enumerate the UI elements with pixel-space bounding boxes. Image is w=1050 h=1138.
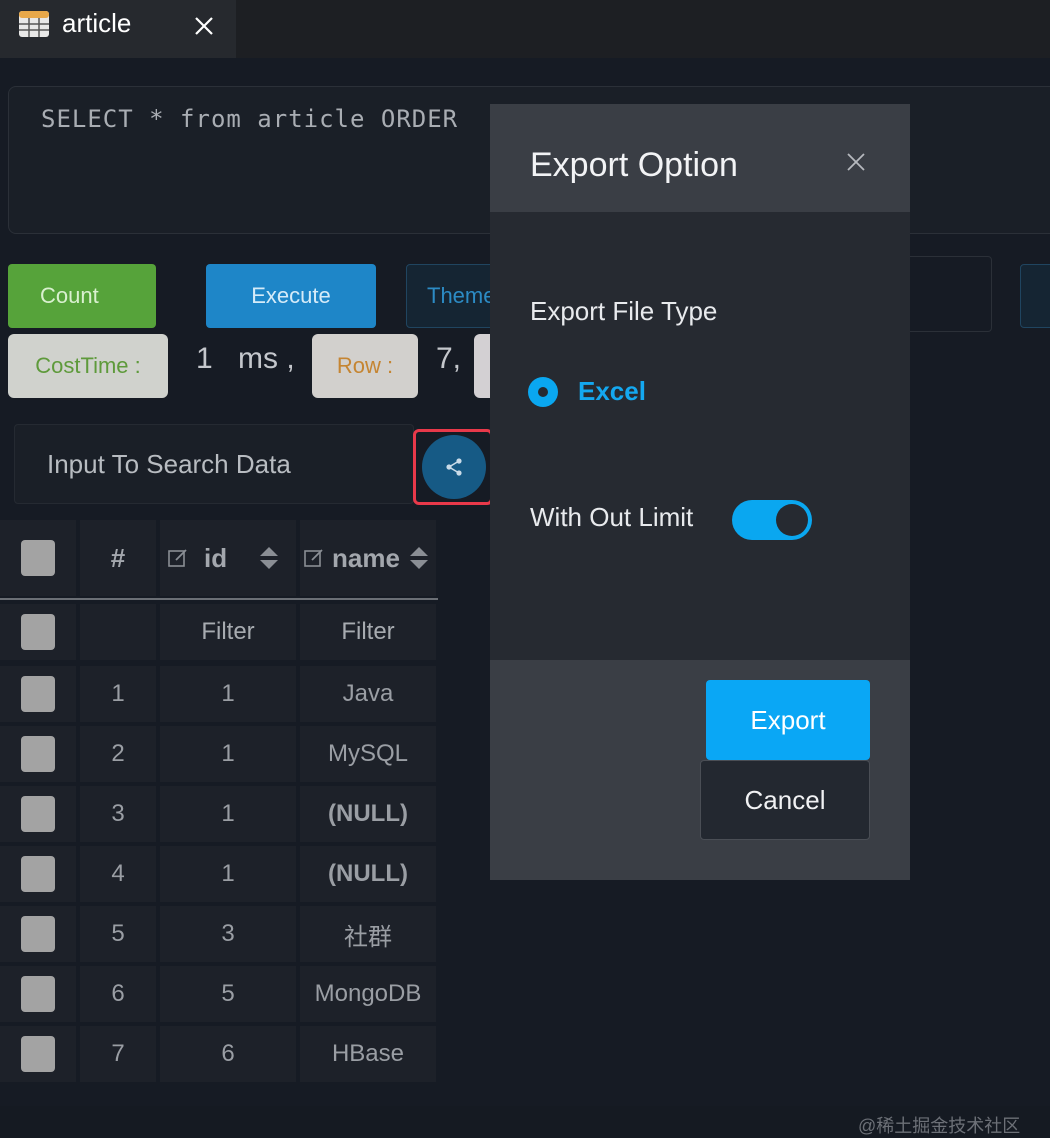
- sort-icon[interactable]: [408, 545, 430, 571]
- row-checkbox[interactable]: [21, 976, 55, 1012]
- row-count-tag: Row :: [312, 334, 418, 398]
- execute-button[interactable]: Execute: [206, 264, 376, 328]
- table-cell-name[interactable]: (NULL): [300, 786, 436, 842]
- row-checkbox-cell[interactable]: [0, 1026, 76, 1082]
- column-header-index-label: #: [110, 542, 126, 573]
- table-cell-name[interactable]: HBase: [300, 1026, 436, 1082]
- table-cell-index[interactable]: 5: [80, 906, 156, 962]
- table-cell-index[interactable]: 2: [80, 726, 156, 782]
- share-button[interactable]: [422, 435, 486, 499]
- row-checkbox-cell[interactable]: [0, 966, 76, 1022]
- close-icon[interactable]: [842, 148, 870, 176]
- filter-row-checkbox-cell: [0, 604, 76, 660]
- table-cell-id[interactable]: 3: [160, 906, 296, 962]
- filter-input-name[interactable]: Filter: [300, 604, 436, 660]
- filter-input-id[interactable]: Filter: [160, 604, 296, 660]
- sort-icon[interactable]: [258, 545, 280, 571]
- table-cell-id[interactable]: 1: [160, 786, 296, 842]
- table-cell-name[interactable]: Java: [300, 666, 436, 722]
- column-header-id[interactable]: id: [160, 520, 296, 596]
- table-cell-index[interactable]: 6: [80, 966, 156, 1022]
- edit-icon[interactable]: [302, 546, 326, 570]
- table-cell-id[interactable]: 1: [160, 846, 296, 902]
- row-checkbox-cell[interactable]: [0, 726, 76, 782]
- row-checkbox-cell[interactable]: [0, 786, 76, 842]
- row-checkbox[interactable]: [21, 856, 55, 892]
- select-all-cell: [0, 520, 76, 596]
- share-icon: [446, 458, 462, 476]
- table-cell-name[interactable]: (NULL): [300, 846, 436, 902]
- table-cell-index[interactable]: 3: [80, 786, 156, 842]
- cost-time-value: 1: [196, 342, 213, 375]
- row-checkbox-cell[interactable]: [0, 846, 76, 902]
- row-checkbox[interactable]: [21, 916, 55, 952]
- table-cell-index[interactable]: 1: [80, 666, 156, 722]
- table-cell-name[interactable]: 社群: [300, 906, 436, 962]
- table-cell-id[interactable]: 5: [160, 966, 296, 1022]
- column-header-index: #: [80, 520, 156, 596]
- toggle-knob: [776, 504, 808, 536]
- cost-time-tag: CostTime :: [8, 334, 168, 398]
- table-cell-name[interactable]: MySQL: [300, 726, 436, 782]
- export-button[interactable]: Export: [706, 680, 870, 760]
- column-header-name[interactable]: name: [300, 520, 436, 596]
- radio-excel[interactable]: Excel: [528, 376, 646, 407]
- table-icon: [19, 11, 49, 37]
- sql-query-text: SELECT * from article ORDER: [41, 105, 459, 133]
- table-cell-name[interactable]: MongoDB: [300, 966, 436, 1022]
- cancel-button[interactable]: Cancel: [700, 760, 870, 840]
- without-limit-label: With Out Limit: [530, 502, 694, 532]
- toolbar-button-extra[interactable]: [1020, 264, 1050, 328]
- search-input[interactable]: Input To Search Data: [14, 424, 414, 504]
- export-file-type-label: Export File Type: [530, 296, 718, 326]
- row-checkbox[interactable]: [21, 676, 55, 712]
- count-button[interactable]: Count: [8, 264, 156, 328]
- table-cell-index[interactable]: 4: [80, 846, 156, 902]
- table-cell-id[interactable]: 1: [160, 666, 296, 722]
- tab-article[interactable]: article: [0, 0, 236, 58]
- select-all-checkbox[interactable]: [21, 540, 55, 576]
- export-dialog: Export Option Export File Type Excel Wit…: [490, 104, 910, 880]
- watermark: @稀土掘金技术社区: [858, 1116, 1021, 1136]
- export-dialog-footer: Export Cancel: [490, 660, 910, 880]
- export-dialog-title: Export Option: [530, 146, 738, 184]
- close-icon[interactable]: [190, 12, 218, 40]
- table-cell-id[interactable]: 1: [160, 726, 296, 782]
- tab-bar: article: [0, 0, 1050, 58]
- row-checkbox[interactable]: [21, 1036, 55, 1072]
- table-cell-index[interactable]: 7: [80, 1026, 156, 1082]
- row-checkbox-cell[interactable]: [0, 666, 76, 722]
- cost-time-unit: ms ,: [238, 342, 295, 375]
- header-divider: [0, 598, 438, 600]
- filter-row-checkbox[interactable]: [21, 614, 55, 650]
- export-dialog-header: Export Option: [490, 104, 910, 212]
- row-checkbox[interactable]: [21, 796, 55, 832]
- column-header-name-label: name: [332, 542, 400, 573]
- edit-icon[interactable]: [166, 546, 190, 570]
- row-checkbox-cell[interactable]: [0, 906, 76, 962]
- radio-excel-label: Excel: [578, 376, 646, 406]
- column-header-id-label: id: [204, 542, 228, 573]
- row-checkbox[interactable]: [21, 736, 55, 772]
- filter-cell-index: [80, 604, 156, 660]
- tab-title: article: [62, 8, 132, 38]
- table-cell-id[interactable]: 6: [160, 1026, 296, 1082]
- without-limit-toggle[interactable]: [732, 500, 812, 540]
- row-count-value: 7,: [436, 342, 462, 375]
- radio-selected-icon: [528, 376, 558, 407]
